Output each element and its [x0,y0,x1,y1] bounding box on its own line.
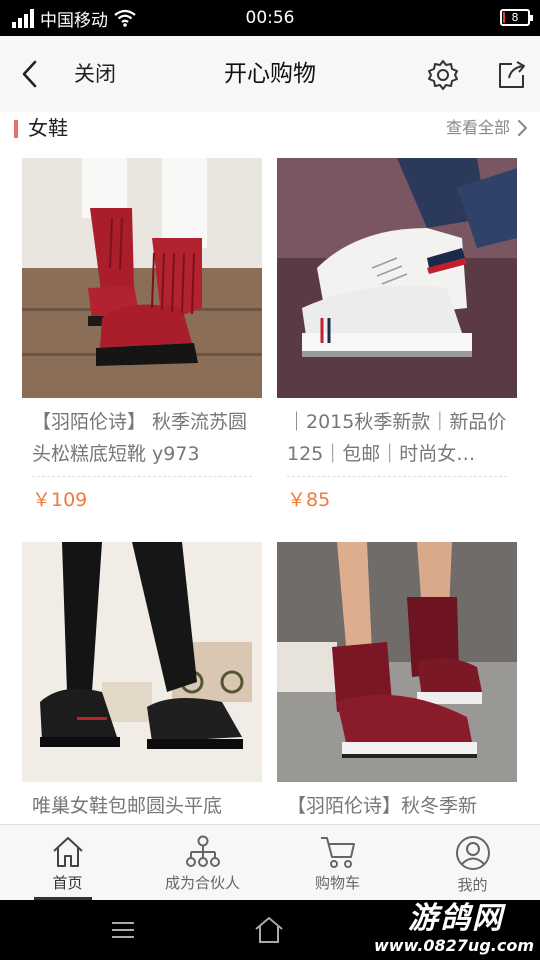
product-image[interactable] [277,542,517,782]
status-time: 00:56 [245,8,295,28]
product-card[interactable]: 【羽陌伦诗】秋冬季新 [277,542,517,824]
menu-icon[interactable] [110,918,136,942]
gear-icon [428,60,458,90]
product-price: ￥85 [287,489,331,511]
tab-bar: 首页 成为合伙人 购物车 我的 [0,824,540,900]
tab-cart[interactable]: 购物车 [270,825,405,900]
watermark-logo: 游鸽网 www.0827ug.com [374,902,534,956]
user-icon [455,836,490,870]
tab-label: 购物车 [314,874,360,892]
chevron-right-icon [518,120,527,136]
tab-partner[interactable]: 成为合伙人 [135,825,270,900]
tab-label: 首页 [52,874,83,892]
org-chart-icon [185,835,220,867]
home-icon [52,837,83,867]
battery-text: 8 [511,11,519,24]
tab-label: 成为合伙人 [164,874,240,892]
product-image[interactable] [277,158,517,398]
product-title: 【羽陌伦诗】 秋季流苏圆头松糕底短靴 y973 [32,411,248,465]
settings-button[interactable] [424,56,462,94]
product-image[interactable] [22,542,262,782]
product-grid: 【羽陌伦诗】 秋季流苏圆头松糕底短靴 y973 ￥109 ｜2015秋季新款｜新… [0,146,540,824]
section-title: 女鞋 [28,116,68,140]
section-header: 女鞋 查看全部 [0,112,540,146]
product-title: ｜2015秋季新款｜新品价125｜包邮｜时尚女… [287,411,507,465]
watermark-name: 游鸽网 [408,901,504,936]
card-divider [32,476,252,477]
view-all-label: 查看全部 [445,118,510,137]
card-divider [287,476,507,477]
product-card[interactable]: 【羽陌伦诗】 秋季流苏圆头松糕底短靴 y973 ￥109 [22,158,262,512]
product-title: 唯巢女鞋包邮圆头平底 [32,795,223,817]
system-home-icon[interactable] [254,916,284,944]
view-all-link[interactable]: 查看全部 [446,115,528,141]
battery-level [503,12,505,23]
product-card[interactable]: ｜2015秋季新款｜新品价125｜包邮｜时尚女… ￥85 [277,158,517,512]
chevron-left-icon [22,60,37,88]
status-bar: 中国移动 00:56 8 [0,0,540,36]
share-icon [499,61,525,88]
tab-label: 我的 [457,876,488,894]
tab-home[interactable]: 首页 [0,825,135,900]
product-image[interactable] [22,158,262,398]
watermark-url: www.0827ug.com [374,936,534,955]
nav-bar: 关闭 开心购物 [0,36,540,112]
product-price: ￥109 [32,489,88,511]
share-button[interactable] [492,56,530,94]
back-button[interactable] [14,56,46,92]
product-card[interactable]: 唯巢女鞋包邮圆头平底 [22,542,262,824]
product-title: 【羽陌伦诗】秋冬季新 [287,795,478,817]
tab-profile[interactable]: 我的 [405,825,540,900]
battery-icon: 8 [500,9,533,26]
close-button[interactable]: 关闭 [74,58,116,90]
system-nav-bar: 游鸽网 www.0827ug.com [0,900,540,960]
cart-icon [320,837,355,868]
section-accent-bar [14,120,18,138]
